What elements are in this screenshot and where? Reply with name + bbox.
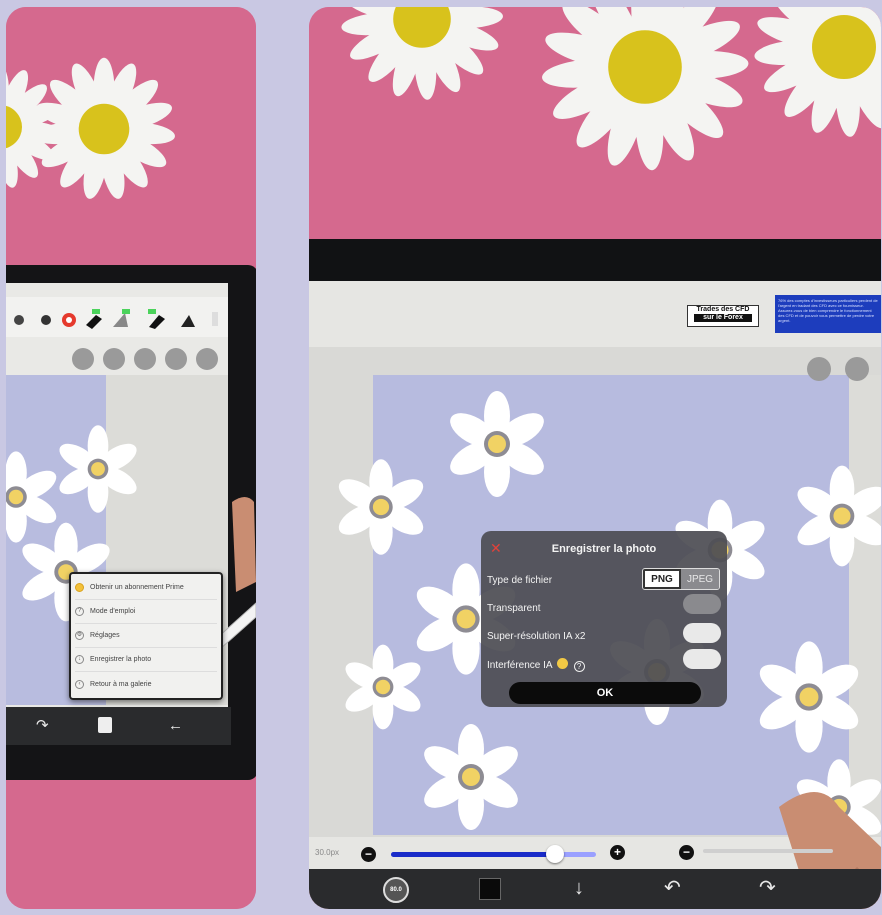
increase-size-button[interactable]: + (610, 845, 625, 860)
decrease-opacity-button[interactable]: − (679, 845, 694, 860)
ad-banner-forex[interactable]: Trades des CFD sur le Forex (687, 305, 759, 327)
slider-fill (391, 852, 555, 857)
back-arrow-icon[interactable]: ← (168, 717, 183, 735)
interference-label: Interférence IA (487, 660, 553, 671)
left-photo-scene (6, 7, 256, 909)
right-bottom-toolbar: 80.0 ↓ ↶ ↷ (309, 869, 881, 909)
coin-icon (556, 658, 568, 669)
menu-item-label: Enregistrer la photo (90, 656, 152, 663)
ad-line-1: Trades des CFD (696, 306, 750, 313)
right-photo-panel: Trades des CFD sur le Forex 76% des comp… (309, 7, 881, 909)
brush-size-label: 30.0px (315, 848, 340, 857)
menu-item-back-gallery[interactable]: ‹ Retour à ma galerie (75, 672, 217, 696)
right-photo-scene (309, 7, 881, 909)
ad-risk-warning[interactable]: 76% des comptes d'investisseurs particul… (775, 295, 881, 333)
left-bottom-toolbar: ↷ ← (6, 707, 231, 745)
help-icon: ? (75, 607, 84, 616)
file-type-jpeg[interactable]: JPEG (681, 569, 719, 589)
file-type-label: Type de fichier (487, 575, 553, 586)
redo-icon[interactable]: ↷ (36, 717, 49, 735)
menu-item-prime[interactable]: Obtenir un abonnement Prime (75, 576, 217, 600)
menu-item-label: Mode d'emploi (90, 608, 136, 615)
undo-icon[interactable]: ↶ (664, 876, 681, 900)
menu-item-label: Retour à ma galerie (90, 680, 152, 688)
download-icon[interactable]: ↓ (574, 876, 584, 900)
file-type-png[interactable]: PNG (643, 569, 681, 589)
menu-item-help[interactable]: ? Mode d'emploi (75, 600, 217, 624)
super-resolution-label: Super-résolution IA x2 (487, 631, 586, 642)
color-swatch[interactable] (479, 878, 501, 900)
menu-item-label: Réglages (90, 632, 120, 639)
help-icon[interactable]: ? (573, 661, 585, 672)
menu-item-save-photo[interactable]: ↓ Enregistrer la photo (75, 648, 217, 672)
back-icon: ‹ (75, 679, 84, 689)
brush-size-slider[interactable] (391, 845, 596, 863)
download-icon: ↓ (75, 655, 84, 664)
gear-icon: ⚙ (75, 631, 84, 640)
menu-item-settings[interactable]: ⚙ Réglages (75, 624, 217, 648)
file-type-selector[interactable]: PNG JPEG (642, 568, 720, 590)
transparent-label: Transparent (487, 603, 541, 614)
redo-icon[interactable]: ↷ (759, 876, 776, 900)
ok-button[interactable]: OK (509, 682, 701, 704)
layers-icon[interactable] (98, 717, 112, 733)
interference-row: Interférence IA ? (487, 658, 585, 672)
brush-preview[interactable]: 80.0 (383, 877, 409, 903)
opacity-slider[interactable] (703, 849, 833, 853)
crown-icon (75, 583, 84, 592)
slider-thumb[interactable] (546, 845, 564, 863)
super-resolution-toggle[interactable] (683, 623, 721, 643)
menu-item-label: Obtenir un abonnement Prime (90, 584, 184, 591)
left-save-menu: Obtenir un abonnement Prime ? Mode d'emp… (69, 572, 223, 700)
left-photo-panel: Obtenir un abonnement Prime ? Mode d'emp… (6, 7, 256, 909)
transparent-toggle[interactable] (683, 594, 721, 614)
ad-line-2: sur le Forex (694, 314, 752, 322)
interference-toggle[interactable] (683, 649, 721, 669)
save-photo-dialog: ✕ Enregistrer la photo Type de fichier P… (481, 531, 727, 707)
decrease-size-button[interactable]: − (361, 847, 376, 862)
dialog-title: Enregistrer la photo (551, 543, 657, 555)
